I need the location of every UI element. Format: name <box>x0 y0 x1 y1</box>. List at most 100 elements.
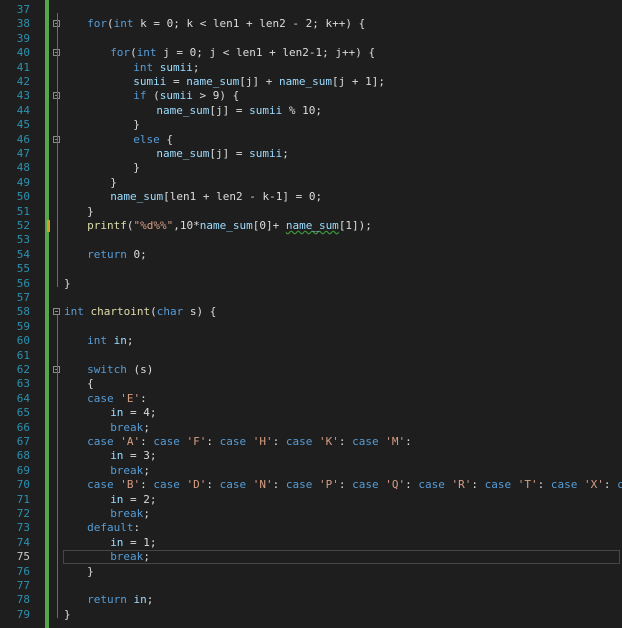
line-number: 45 <box>16 118 30 132</box>
code-line[interactable]: 44 name_sum[j] = sumii % 10; <box>0 104 622 118</box>
code-text[interactable]: break; <box>110 507 150 521</box>
code-text[interactable]: return 0; <box>87 248 147 262</box>
code-line[interactable]: 61 <box>0 349 622 363</box>
collapse-icon[interactable] <box>53 308 60 316</box>
code-token: } <box>87 204 94 218</box>
line-number: 41 <box>16 60 30 74</box>
code-line[interactable]: 51} <box>0 205 622 219</box>
code-editor[interactable]: 37 38 for(int k = 0; k < len1 + len2 - 2; … <box>0 0 622 628</box>
code-text[interactable]: in = 1; <box>110 536 156 550</box>
code-text[interactable]: { <box>87 377 94 391</box>
code-text[interactable]: in = 3; <box>110 449 156 463</box>
code-line[interactable]: 77 <box>0 579 622 593</box>
code-line[interactable]: 63 { <box>0 377 622 391</box>
code-text[interactable]: name_sum[len1 + len2 - k-1] = 0; <box>110 190 322 204</box>
code-text[interactable]: default: <box>87 521 140 535</box>
code-token: int <box>87 334 107 348</box>
code-text[interactable]: in = 2; <box>110 493 156 507</box>
code-line[interactable]: 66 break; <box>0 421 622 435</box>
code-line[interactable]: 40 for(int j = 0; j < len1 + len2-1; j++)… <box>0 46 622 60</box>
code-line[interactable]: 72 break; <box>0 507 622 521</box>
code-line[interactable]: 45} <box>0 118 622 132</box>
code-token: > 9) { <box>192 89 240 103</box>
code-line[interactable]: 59 <box>0 320 622 334</box>
code-text[interactable]: name_sum[j] = sumii; <box>156 147 288 161</box>
code-token: } <box>64 607 71 621</box>
code-text[interactable]: case 'E': <box>87 392 147 406</box>
code-text[interactable]: } <box>64 277 71 291</box>
code-text[interactable]: return in; <box>87 593 153 607</box>
code-text[interactable]: printf("%d%%",10*name_sum[0]+ name_sum[1… <box>87 219 372 233</box>
code-text[interactable]: int sumii; <box>133 61 199 75</box>
code-line[interactable]: 57 <box>0 291 622 305</box>
code-line[interactable]: 50 name_sum[len1 + len2 - k-1] = 0; <box>0 190 622 204</box>
code-text[interactable]: } <box>133 161 140 175</box>
code-line[interactable]: 43 if (sumii > 9) { <box>0 89 622 103</box>
code-text[interactable]: break; <box>110 421 150 435</box>
line-number: 47 <box>16 147 30 160</box>
code-text[interactable]: int chartoint(char s) { <box>64 305 216 319</box>
code-text[interactable]: for(int j = 0; j < len1 + len2-1; j++) { <box>110 46 375 60</box>
code-line[interactable]: 67 case 'A': case 'F': case 'H': case 'K'… <box>0 435 622 449</box>
code-line[interactable]: 41 int sumii; <box>0 61 622 75</box>
code-text[interactable]: name_sum[j] = sumii % 10; <box>156 104 322 118</box>
code-line[interactable]: 48} <box>0 161 622 175</box>
code-text[interactable]: int in; <box>87 334 133 348</box>
code-line[interactable]: 38 for(int k = 0; k < len1 + len2 - 2; k+… <box>0 17 622 31</box>
code-line[interactable]: 54 return 0; <box>0 248 622 262</box>
line-number: 79 <box>16 607 30 621</box>
code-line[interactable]: 58 int chartoint(char s) { <box>0 305 622 319</box>
code-line[interactable]: 68 in = 3; <box>0 449 622 463</box>
code-line[interactable]: 62 switch (s) <box>0 363 622 377</box>
code-line[interactable]: 73 default: <box>0 521 622 535</box>
code-text[interactable]: if (sumii > 9) { <box>133 89 239 103</box>
code-line[interactable]: 46 else { <box>0 133 622 147</box>
code-line[interactable]: 56} <box>0 277 622 291</box>
code-line[interactable]: 64 case 'E': <box>0 392 622 406</box>
code-token: case <box>617 478 622 492</box>
code-text[interactable]: sumii = name_sum[j] + name_sum[j + 1]; <box>133 75 385 89</box>
code-text[interactable]: } <box>133 118 140 132</box>
code-line[interactable]: 74 in = 1; <box>0 536 622 550</box>
code-text[interactable]: } <box>87 205 94 219</box>
line-number: 38 <box>16 17 30 31</box>
code-line[interactable]: 76} <box>0 565 622 579</box>
code-line[interactable]: 79} <box>0 608 622 622</box>
code-text[interactable]: for(int k = 0; k < len1 + len2 - 2; k++)… <box>87 17 365 31</box>
code-token: [j] = <box>209 103 250 117</box>
code-text[interactable]: } <box>110 176 117 190</box>
code-line[interactable]: 49} <box>0 176 622 190</box>
code-line[interactable]: 55 <box>0 262 622 276</box>
code-line[interactable]: 39 <box>0 32 622 46</box>
code-token: name_sum <box>285 219 339 232</box>
code-token: } <box>133 118 140 132</box>
code-text[interactable]: case 'A': case 'F': case 'H': case 'K': … <box>87 435 412 449</box>
code-text[interactable]: break; <box>110 550 150 564</box>
code-line[interactable]: 75 break; <box>0 550 622 565</box>
code-token: 'A' <box>120 435 141 448</box>
code-text[interactable]: in = 4; <box>110 406 156 420</box>
code-token: ( <box>106 17 114 31</box>
code-text[interactable]: switch (s) <box>87 363 153 377</box>
code-token: [1]); <box>338 219 372 232</box>
code-token: int <box>113 17 134 31</box>
code-line[interactable]: 42 sumii = name_sum[j] + name_sum[j + 1]; <box>0 75 622 89</box>
code-text[interactable]: } <box>87 565 94 579</box>
code-line[interactable]: 53 <box>0 233 622 247</box>
code-text[interactable]: break; <box>110 464 150 478</box>
code-line[interactable]: 78 return in; <box>0 593 622 607</box>
code-line[interactable]: 65 in = 4; <box>0 406 622 420</box>
code-line[interactable]: 60 int in; <box>0 334 622 348</box>
code-line[interactable]: 37 <box>0 3 622 17</box>
line-number: 51 <box>16 204 30 218</box>
code-text[interactable]: else { <box>133 133 173 147</box>
code-line[interactable]: 47 name_sum[j] = sumii; <box>0 147 622 161</box>
code-line[interactable]: 71 in = 2; <box>0 493 622 507</box>
code-line[interactable]: 52 printf("%d%%",10*name_sum[0]+ name_sum… <box>0 219 622 233</box>
code-line[interactable]: 70 case 'B': case 'D': case 'N': case 'P'… <box>0 478 622 492</box>
line-number: 42 <box>16 75 30 88</box>
code-text[interactable]: case 'B': case 'D': case 'N': case 'P': … <box>87 478 622 492</box>
code-text[interactable]: } <box>64 608 71 622</box>
code-line[interactable]: 69 break; <box>0 464 622 478</box>
